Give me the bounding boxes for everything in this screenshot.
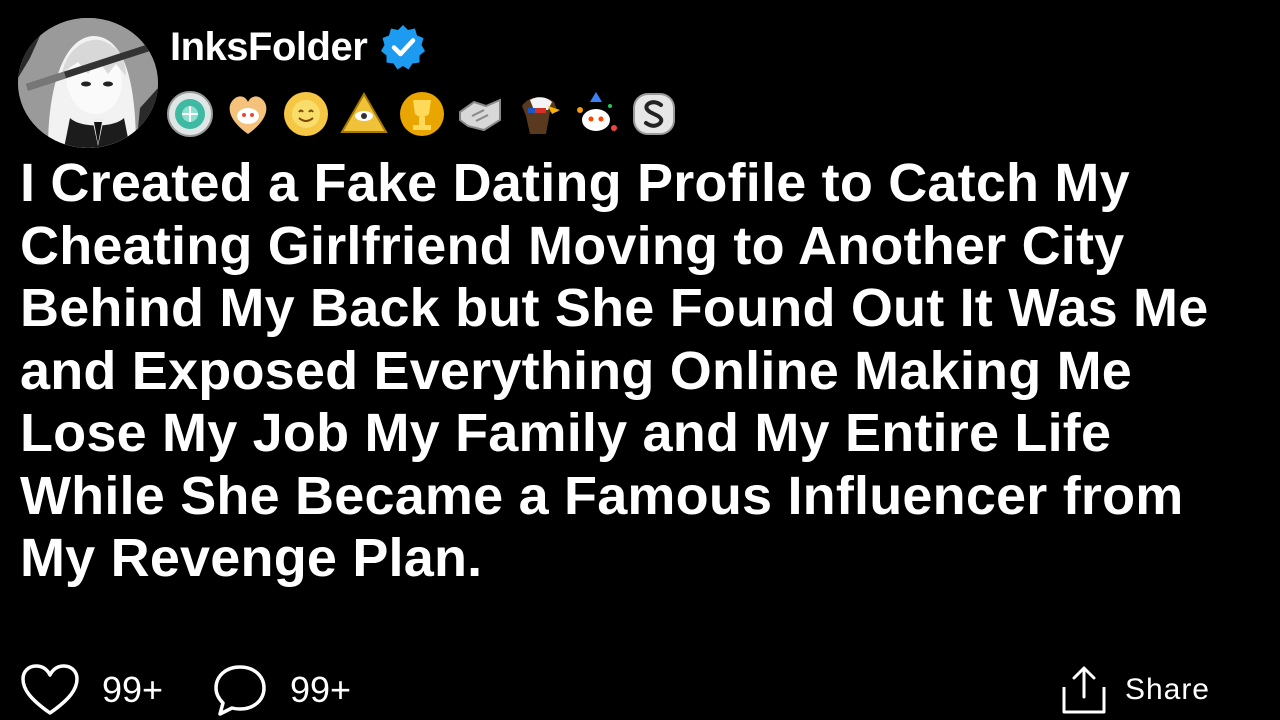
verified-badge-icon bbox=[381, 25, 426, 70]
illuminati-pyramid-award-icon[interactable] bbox=[338, 88, 390, 140]
share-button[interactable]: Share bbox=[1061, 660, 1210, 720]
eagle-award-icon[interactable] bbox=[512, 88, 564, 140]
post-actions: 99+ 99+ Share bbox=[20, 660, 1260, 720]
avatar[interactable] bbox=[18, 18, 158, 148]
comment-button[interactable]: 99+ bbox=[212, 660, 351, 720]
share-label: Share bbox=[1124, 673, 1210, 706]
comment-count: 99+ bbox=[290, 669, 352, 710]
post-card: InksFolder I Created a Fake Dating Profi… bbox=[0, 0, 1280, 720]
username[interactable]: InksFolder bbox=[170, 22, 368, 72]
golden-trophy-award-icon[interactable] bbox=[396, 88, 448, 140]
heart-icon bbox=[20, 663, 80, 717]
comment-bubble-icon bbox=[212, 662, 268, 718]
post-title: I Created a Fake Dating Profile to Catch… bbox=[20, 153, 1209, 588]
diamond-award-icon[interactable] bbox=[164, 88, 216, 140]
like-count: 99+ bbox=[102, 669, 164, 710]
like-button[interactable]: 99+ bbox=[20, 660, 163, 720]
heart-snoo-award-icon[interactable] bbox=[222, 88, 274, 140]
share-icon bbox=[1061, 665, 1107, 715]
snoo-party-award-icon[interactable] bbox=[570, 88, 622, 140]
sun-award-icon[interactable] bbox=[280, 88, 332, 140]
handshake-award-icon[interactable] bbox=[454, 88, 506, 140]
silver-s-award-icon[interactable] bbox=[628, 88, 680, 140]
author-row: InksFolder bbox=[170, 22, 427, 72]
award-badges bbox=[164, 88, 680, 140]
anime-avatar-image bbox=[18, 18, 158, 148]
